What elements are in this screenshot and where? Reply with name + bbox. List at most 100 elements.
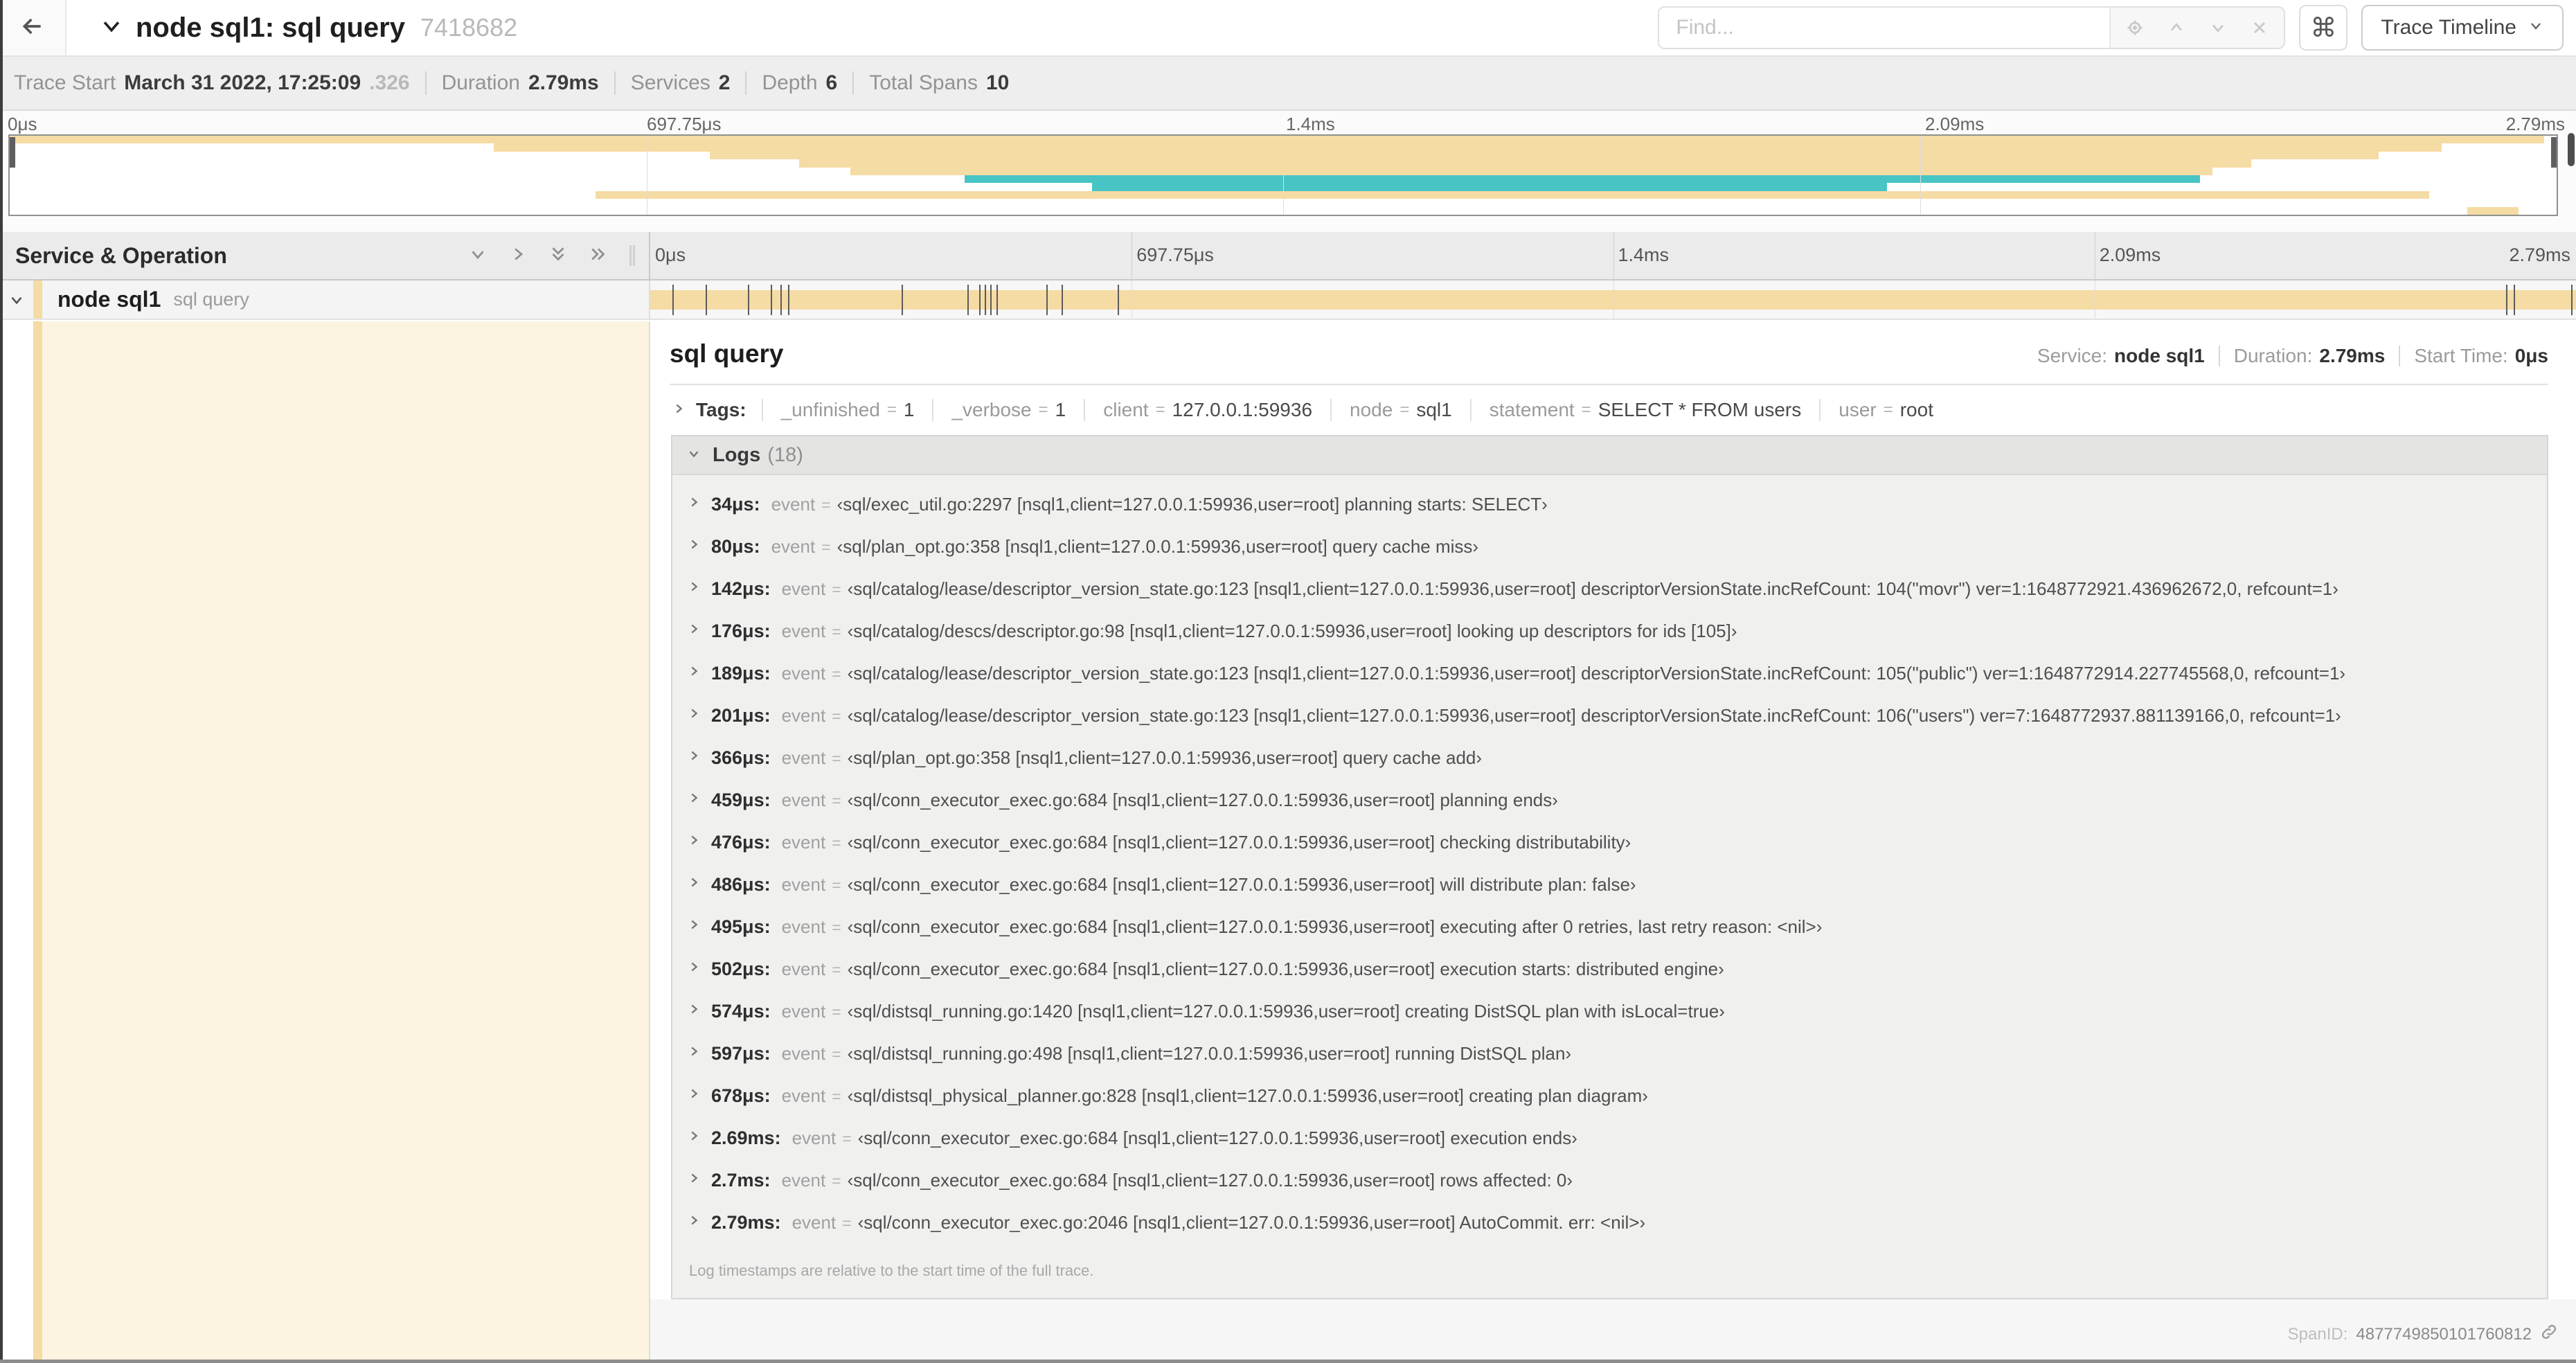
span-row-left: node sql1 sql query [0, 280, 649, 319]
log-row[interactable]: 176μs: event = ‹sql/catalog/descs/descripto… [686, 610, 2533, 652]
log-field-value: ‹sql/conn_executor_exec.go:684 [nsql1,cl… [847, 790, 1558, 810]
log-equals: = [832, 1087, 841, 1105]
next-result-icon[interactable] [2208, 17, 2228, 38]
collapse-trace-icon[interactable] [100, 15, 123, 42]
span-row[interactable]: node sql1 sql query [0, 280, 2576, 320]
minimap-right-handle[interactable] [2551, 137, 2557, 168]
log-timestamp: 486μs: [711, 874, 771, 895]
vertical-scrollbar-thumb[interactable] [2568, 133, 2575, 166]
log-row[interactable]: 34μs: event = ‹sql/exec_util.go:2297 [nsql1… [686, 483, 2533, 526]
log-equals: = [832, 665, 841, 683]
span-timeline-track[interactable] [649, 280, 2576, 319]
log-row[interactable]: 80μs: event = ‹sql/plan_opt.go:358 [nsql1,c… [686, 526, 2533, 568]
log-marker[interactable] [1062, 285, 1064, 315]
chevron-right-icon [686, 1127, 701, 1148]
tick-label: 2.79ms [2509, 244, 2570, 265]
trace-id: 7418682 [420, 13, 518, 42]
collapse-all-icon[interactable] [548, 244, 569, 268]
logs-accordion-header[interactable]: Logs (18) [672, 435, 2547, 475]
keyboard-shortcuts-button[interactable]: ⌘ [2299, 5, 2348, 51]
log-equals: = [832, 918, 841, 936]
meta-value: 6 [825, 71, 838, 94]
log-marker[interactable] [1117, 285, 1119, 315]
minimap-span-bar [850, 167, 2213, 176]
log-marker[interactable] [771, 285, 773, 315]
find-input[interactable] [1659, 8, 2110, 48]
logs-block: Logs (18) 34μs: event = ‹sql/exec_util.go:2… [671, 435, 2548, 1299]
meta-separator [745, 71, 747, 95]
minimap-tick-labels: 0μs 697.75μs 1.4ms 2.09ms 2.79ms [8, 114, 2565, 134]
trace-title-wrap: node sql1: sql query 7418682 [100, 12, 517, 44]
log-field-value: ‹sql/catalog/descs/descriptor.go:98 [nsq… [847, 621, 1737, 641]
log-row[interactable]: 476μs: event = ‹sql/conn_executor_exec.go:6… [686, 821, 2533, 864]
log-row[interactable]: 2.7ms: event = ‹sql/conn_executor_exec.go:6… [686, 1159, 2533, 1202]
logs-list: 34μs: event = ‹sql/exec_util.go:2297 [nsql1… [672, 475, 2547, 1298]
log-marker[interactable] [2571, 285, 2573, 315]
tick-label: 697.75μs [647, 114, 722, 134]
log-row[interactable]: 459μs: event = ‹sql/conn_executor_exec.go:6… [686, 779, 2533, 821]
log-row[interactable]: 597μs: event = ‹sql/distsql_running.go:498 … [686, 1033, 2533, 1075]
trace-view-selector[interactable]: Trace Timeline [2361, 5, 2564, 51]
prev-result-icon[interactable] [2166, 17, 2187, 38]
log-row[interactable]: 142μs: event = ‹sql/catalog/lease/descripto… [686, 568, 2533, 610]
log-row[interactable]: 486μs: event = ‹sql/conn_executor_exec.go:6… [686, 864, 2533, 906]
back-button[interactable] [0, 0, 66, 55]
log-marker[interactable] [990, 285, 992, 315]
trace-view-label: Trace Timeline [2381, 16, 2516, 39]
log-marker[interactable] [967, 285, 969, 315]
log-equals: = [832, 876, 841, 894]
log-marker[interactable] [672, 285, 674, 315]
span-collapse-icon[interactable] [0, 291, 33, 309]
log-row[interactable]: 502μs: event = ‹sql/conn_executor_exec.go:6… [686, 948, 2533, 990]
log-row[interactable]: 574μs: event = ‹sql/distsql_running.go:1420… [686, 990, 2533, 1033]
tag-item: _unfinished = 1 [761, 399, 933, 421]
log-row[interactable]: 2.79ms: event = ‹sql/conn_executor_exec.go:… [686, 1202, 2533, 1244]
expand-all-icon[interactable] [588, 244, 609, 268]
toolbar: ⌘ Trace Timeline [1658, 5, 2576, 51]
minimap-span-bar [493, 143, 2442, 152]
log-marker[interactable] [2514, 285, 2515, 315]
chevron-right-icon [686, 493, 701, 515]
log-marker[interactable] [1046, 285, 1048, 315]
expand-one-icon[interactable] [508, 244, 528, 268]
log-marker[interactable] [996, 285, 998, 315]
tick-label: 2.09ms [2099, 244, 2161, 265]
collapse-one-icon[interactable] [467, 244, 488, 268]
log-marker[interactable] [788, 285, 790, 315]
log-equals: = [832, 707, 841, 725]
collapse-controls [467, 244, 629, 268]
chevron-right-icon [686, 1211, 701, 1233]
locate-icon[interactable] [2125, 17, 2145, 38]
log-row[interactable]: 189μs: event = ‹sql/catalog/lease/descripto… [686, 652, 2533, 695]
log-row[interactable]: 495μs: event = ‹sql/conn_executor_exec.go:6… [686, 906, 2533, 948]
chevron-right-icon [686, 789, 701, 810]
log-marker[interactable] [984, 285, 986, 315]
tag-item: node = sql1 [1330, 399, 1470, 421]
meta-separator [424, 71, 427, 95]
column-resize-grip[interactable] [629, 245, 635, 266]
minimap-canvas[interactable] [8, 134, 2558, 216]
log-field-value: ‹sql/plan_opt.go:358 [nsql1,client=127.0… [837, 536, 1479, 557]
tick-label: 697.75μs [1136, 244, 1214, 265]
log-field-key: event [781, 1001, 826, 1022]
log-row[interactable]: 201μs: event = ‹sql/catalog/lease/descripto… [686, 695, 2533, 737]
log-equals: = [832, 792, 841, 810]
timeline-gridline [1613, 232, 1614, 279]
log-row[interactable]: 2.69ms: event = ‹sql/conn_executor_exec.go:… [686, 1117, 2533, 1159]
tag-key: node [1350, 399, 1393, 420]
tags-accordion[interactable]: Tags: _unfinished = 1 _verbose = 1 client = 127.… [650, 385, 2576, 431]
chevron-down-icon [686, 446, 701, 465]
log-marker[interactable] [2505, 285, 2507, 315]
log-marker[interactable] [902, 285, 904, 315]
log-row[interactable]: 678μs: event = ‹sql/distsql_physical_planne… [686, 1075, 2533, 1117]
log-field-key: event [791, 1128, 837, 1148]
minimap-left-handle[interactable] [10, 137, 15, 168]
log-marker[interactable] [780, 285, 782, 315]
window-left-edge [0, 0, 3, 1363]
link-icon[interactable] [2540, 1323, 2558, 1346]
clear-find-icon[interactable] [2249, 17, 2270, 38]
log-marker[interactable] [978, 285, 981, 315]
log-marker[interactable] [705, 285, 707, 315]
log-marker[interactable] [747, 285, 749, 315]
log-row[interactable]: 366μs: event = ‹sql/plan_opt.go:358 [nsql1,… [686, 737, 2533, 779]
